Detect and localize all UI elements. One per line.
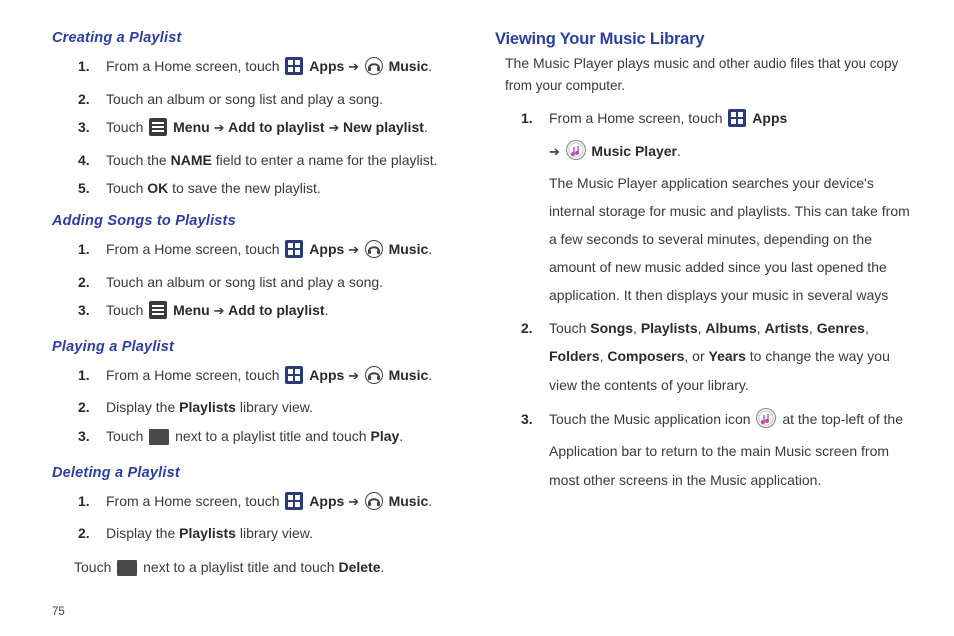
music-icon — [365, 240, 383, 267]
music-icon — [365, 366, 383, 393]
menu-icon — [149, 301, 167, 328]
apps-icon — [285, 57, 303, 84]
heading-deleting: Deleting a Playlist — [52, 465, 469, 481]
step: Touch an album or song list and play a s… — [106, 85, 469, 114]
unnumbered-step: Touch next to a playlist title and touch… — [74, 554, 469, 585]
left-column: Creating a Playlist From a Home screen, … — [52, 26, 469, 618]
steps-viewing: From a Home screen, touch Apps ➔ Music P… — [495, 103, 912, 499]
steps-playing: From a Home screen, touch Apps ➔ Music. … — [52, 361, 469, 455]
step: Touch the NAME field to enter a name for… — [106, 146, 469, 175]
apps-icon — [285, 240, 303, 267]
blank-icon — [149, 427, 169, 454]
apps-icon — [285, 366, 303, 393]
step-paragraph: The Music Player application searches yo… — [549, 169, 912, 309]
steps-creating: From a Home screen, touch Apps ➔ Music. … — [52, 52, 469, 203]
apps-icon — [285, 492, 303, 519]
music-player-icon — [566, 140, 586, 169]
step: Touch next to a playlist title and touch… — [106, 422, 469, 455]
step: From a Home screen, touch Apps ➔ Music P… — [549, 103, 912, 313]
music-icon — [365, 492, 383, 519]
blank-icon — [117, 558, 137, 585]
step: Display the Playlists library view. — [106, 519, 469, 548]
step: Touch Menu ➔ Add to playlist ➔ New playl… — [106, 113, 469, 146]
step: From a Home screen, touch Apps ➔ Music. — [106, 487, 469, 520]
step: From a Home screen, touch Apps ➔ Music. — [106, 52, 469, 85]
apps-icon — [728, 108, 746, 137]
page-number: 75 — [52, 596, 469, 618]
heading-creating: Creating a Playlist — [52, 30, 469, 46]
heading-adding: Adding Songs to Playlists — [52, 213, 469, 229]
steps-deleting: From a Home screen, touch Apps ➔ Music. … — [52, 487, 469, 548]
steps-adding: From a Home screen, touch Apps ➔ Music. … — [52, 235, 469, 329]
page: Creating a Playlist From a Home screen, … — [0, 0, 954, 636]
step: From a Home screen, touch Apps ➔ Music. — [106, 361, 469, 394]
step: From a Home screen, touch Apps ➔ Music. — [106, 235, 469, 268]
step: Touch OK to save the new playlist. — [106, 174, 469, 203]
step: Touch an album or song list and play a s… — [106, 268, 469, 297]
heading-viewing: Viewing Your Music Library — [495, 30, 912, 49]
menu-icon — [149, 118, 167, 145]
step: Display the Playlists library view. — [106, 393, 469, 422]
right-column: Viewing Your Music Library The Music Pla… — [495, 26, 912, 618]
step: Touch the Music application icon at the … — [549, 404, 912, 499]
heading-playing: Playing a Playlist — [52, 339, 469, 355]
music-icon — [365, 57, 383, 84]
intro-text: The Music Player plays music and other a… — [505, 53, 912, 97]
step: Touch Menu ➔ Add to playlist. — [106, 296, 469, 329]
music-player-icon — [756, 408, 776, 438]
step: Touch Songs, Playlists, Albums, Artists,… — [549, 313, 912, 404]
